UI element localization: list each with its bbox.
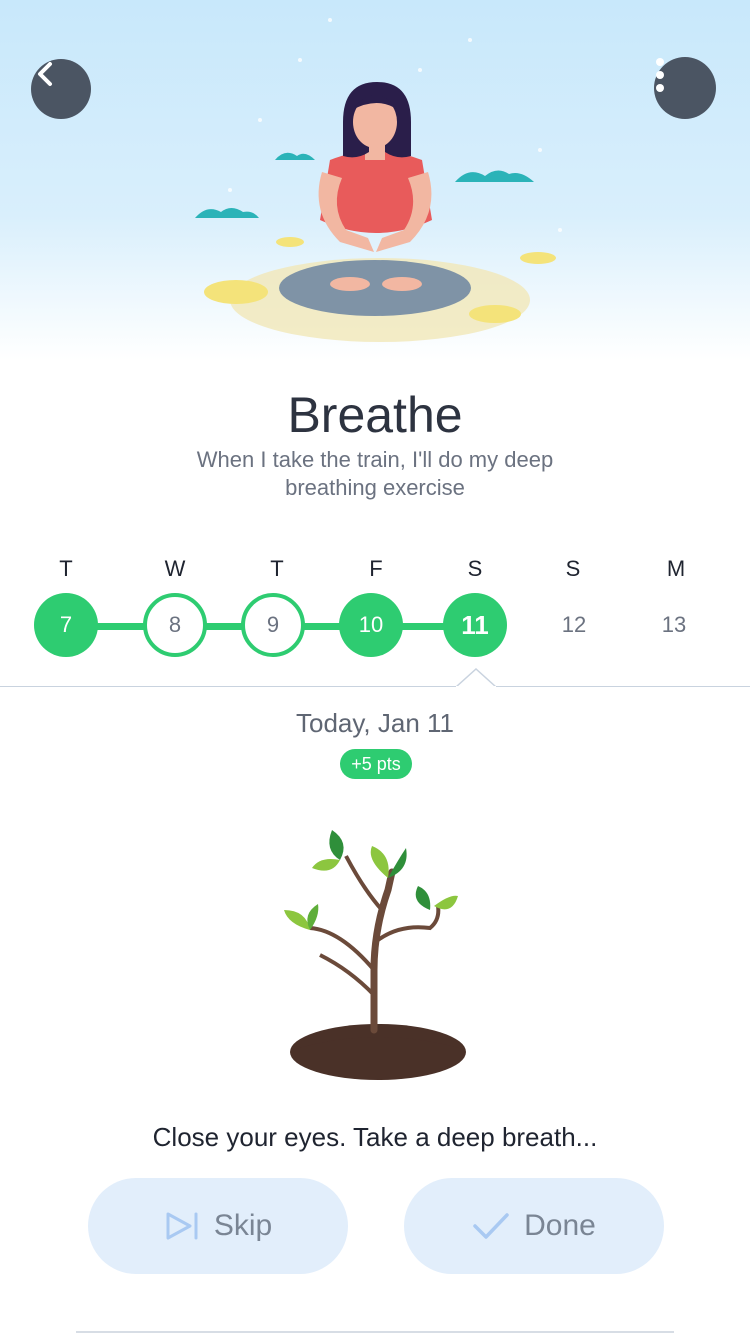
more-options-button[interactable]: [654, 57, 716, 119]
today-label: Today, Jan 11: [295, 708, 455, 738]
day-10-circle[interactable]: 10: [339, 593, 403, 657]
skip-label: Skip: [213, 1209, 273, 1242]
habit-subtitle: When I take the train, I'll do my deep b…: [196, 447, 554, 500]
instruction-text: Close your eyes. Take a deep breath...: [152, 1122, 598, 1152]
selected-day-pointer: [456, 668, 496, 688]
back-button[interactable]: [31, 59, 91, 119]
habit-title: Breathe: [287, 387, 463, 443]
done-button[interactable]: Done: [404, 1178, 664, 1274]
day-7-circle[interactable]: 7: [34, 593, 98, 657]
day-12-circle[interactable]: 12: [542, 593, 606, 657]
day-9-circle[interactable]: 9: [241, 593, 305, 657]
weekday-label: S: [565, 556, 581, 581]
weekday-label: W: [164, 556, 186, 581]
day-11-circle-selected[interactable]: 11: [443, 593, 507, 657]
plant-icon: [284, 830, 466, 1080]
weekday-label: S: [467, 556, 483, 581]
section-divider: [0, 686, 750, 687]
points-badge: +5 pts: [340, 749, 412, 779]
day-8-circle[interactable]: 8: [143, 593, 207, 657]
weekday-label: F: [369, 556, 383, 581]
vertical-dots-icon: [656, 58, 664, 92]
weekday-label: T: [270, 556, 284, 581]
weekday-labels: T W T F S S M: [0, 556, 750, 586]
bottom-divider: [76, 1331, 674, 1333]
hero-illustration: [0, 0, 750, 360]
chevron-left-icon: [38, 62, 52, 86]
day-13-circle[interactable]: 13: [642, 593, 706, 657]
weekday-label: T: [59, 556, 73, 581]
skip-icon: [166, 1212, 198, 1240]
checkmark-icon: [473, 1213, 509, 1239]
meditation-illustration: [195, 18, 562, 342]
weekday-label: M: [666, 556, 686, 581]
done-label: Done: [524, 1209, 596, 1242]
skip-button[interactable]: Skip: [88, 1178, 348, 1274]
